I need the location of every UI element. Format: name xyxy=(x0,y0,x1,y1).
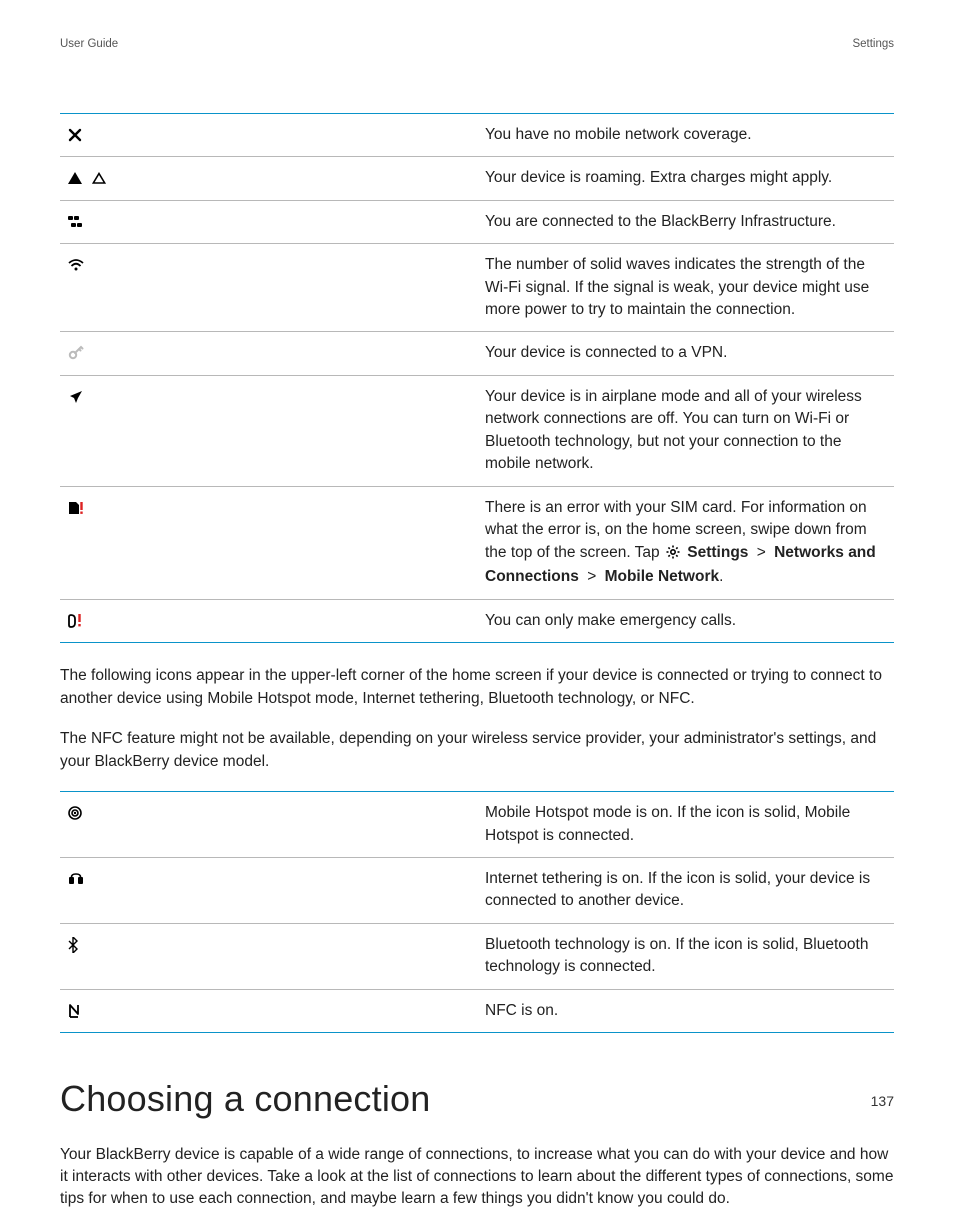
icon-description: Internet tethering is on. If the icon is… xyxy=(477,857,894,923)
icon-description: You can only make emergency calls. xyxy=(477,599,894,642)
header-left: User Guide xyxy=(60,36,118,53)
period: . xyxy=(719,568,723,585)
airplane-icon xyxy=(68,389,84,405)
icon-description: Mobile Hotspot mode is on. If the icon i… xyxy=(477,792,894,858)
roaming-outline-icon xyxy=(92,172,106,184)
table-row: Your device is connected to a VPN. xyxy=(60,332,894,375)
table-row: There is an error with your SIM card. Fo… xyxy=(60,486,894,599)
icon-description: You have no mobile network coverage. xyxy=(477,113,894,156)
sim-error-icon xyxy=(68,501,84,515)
table-row: The number of solid waves indicates the … xyxy=(60,244,894,332)
icon-description: Your device is in airplane mode and all … xyxy=(477,375,894,486)
roaming-icon xyxy=(68,172,82,184)
bluetooth-icon xyxy=(68,937,78,953)
emergency-icon xyxy=(68,614,84,628)
table-row: Your device is in airplane mode and all … xyxy=(60,375,894,486)
table-row: You are connected to the BlackBerry Infr… xyxy=(60,200,894,243)
table-row: You can only make emergency calls. xyxy=(60,599,894,642)
icon-description: Your device is roaming. Extra charges mi… xyxy=(477,157,894,200)
section-heading-choosing-connection: Choosing a connection xyxy=(60,1073,894,1125)
section-paragraph: Your BlackBerry device is capable of a w… xyxy=(60,1144,894,1211)
nfc-icon xyxy=(68,1004,80,1018)
icon-description: Your device is connected to a VPN. xyxy=(477,332,894,375)
table-row: Bluetooth technology is on. If the icon … xyxy=(60,923,894,989)
hotspot-icon xyxy=(68,806,82,820)
page-number: 137 xyxy=(871,1091,894,1111)
breadcrumb-separator: > xyxy=(583,568,600,585)
table-row: Internet tethering is on. If the icon is… xyxy=(60,857,894,923)
mobile-network-label: Mobile Network xyxy=(605,568,720,585)
tether-icon xyxy=(68,873,84,885)
status-icons-table: You have no mobile network coverage. You… xyxy=(60,113,894,644)
breadcrumb-separator: > xyxy=(753,544,770,561)
table-row: Mobile Hotspot mode is on. If the icon i… xyxy=(60,792,894,858)
table-row: NFC is on. xyxy=(60,989,894,1032)
header-right: Settings xyxy=(852,36,894,53)
bb-infra-icon xyxy=(68,216,84,228)
connection-icons-table: Mobile Hotspot mode is on. If the icon i… xyxy=(60,791,894,1033)
paragraph-hotspot-intro: The following icons appear in the upper-… xyxy=(60,665,894,710)
x-icon xyxy=(68,128,82,142)
table-row: Your device is roaming. Extra charges mi… xyxy=(60,157,894,200)
page-header: User Guide Settings xyxy=(60,36,894,53)
icon-description: There is an error with your SIM card. Fo… xyxy=(477,486,894,599)
icon-description: You are connected to the BlackBerry Infr… xyxy=(477,200,894,243)
icon-description: NFC is on. xyxy=(477,989,894,1032)
wifi-icon xyxy=(68,259,84,271)
icon-description: The number of solid waves indicates the … xyxy=(477,244,894,332)
vpn-key-icon xyxy=(68,345,84,361)
paragraph-nfc-note: The NFC feature might not be available, … xyxy=(60,728,894,773)
settings-gear-icon xyxy=(666,544,680,566)
settings-label: Settings xyxy=(687,544,748,561)
table-row: You have no mobile network coverage. xyxy=(60,113,894,156)
icon-description: Bluetooth technology is on. If the icon … xyxy=(477,923,894,989)
